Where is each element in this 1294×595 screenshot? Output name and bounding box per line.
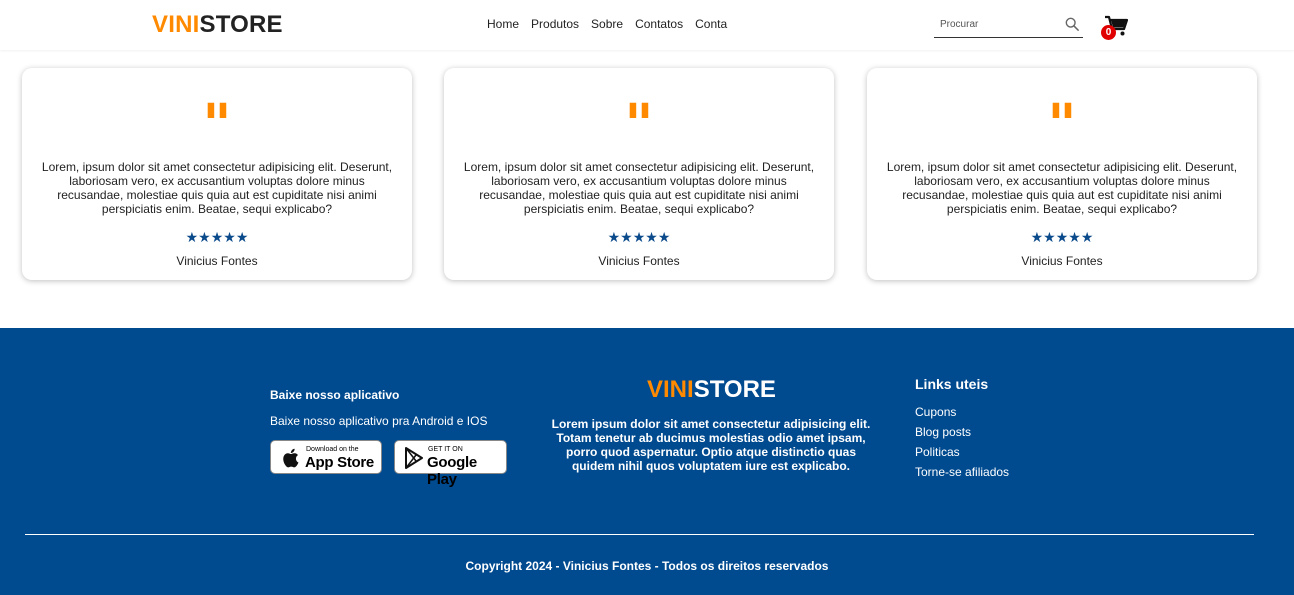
copyright-text: Copyright 2024 - Vinicius Fontes - Todos… bbox=[465, 559, 829, 573]
quote-icon: " bbox=[624, 98, 654, 134]
testimonial-card: " Lorem, ipsum dolor sit amet consectetu… bbox=[22, 68, 412, 280]
apple-icon bbox=[283, 448, 299, 468]
link-afiliados[interactable]: Torne-se afiliados bbox=[915, 462, 1009, 482]
testimonial-card: " Lorem, ipsum dolor sit amet consectetu… bbox=[444, 68, 834, 280]
search-input[interactable] bbox=[934, 13, 1054, 35]
footer-divider bbox=[25, 534, 1254, 535]
footer-description: Lorem ipsum dolor sit amet consectetur a… bbox=[551, 417, 871, 473]
testimonial-card: " Lorem, ipsum dolor sit amet consectetu… bbox=[867, 68, 1257, 280]
footer-logo-vini: VINI bbox=[647, 376, 694, 403]
footer-logo[interactable]: VINISTORE bbox=[647, 376, 776, 404]
search-icon[interactable] bbox=[1065, 17, 1079, 31]
logo-store: STORE bbox=[199, 11, 283, 38]
quote-icon: " bbox=[202, 98, 232, 134]
link-blog-posts[interactable]: Blog posts bbox=[915, 422, 1009, 442]
rating-stars: ★★★★★ bbox=[185, 229, 249, 245]
logo-vini: VINI bbox=[152, 11, 200, 38]
app-store-button[interactable]: Download on the App Store bbox=[270, 440, 382, 474]
logo[interactable]: VINISTORE bbox=[152, 11, 283, 39]
google-play-small-text: GET IT ON bbox=[428, 446, 463, 453]
rating-stars: ★★★★★ bbox=[1030, 229, 1094, 245]
main-nav: Home Produtos Sobre Contatos Conta bbox=[487, 17, 727, 31]
nav-sobre[interactable]: Sobre bbox=[591, 17, 623, 31]
site-header: VINISTORE Home Produtos Sobre Contatos C… bbox=[0, 0, 1294, 50]
testimonial-author: Vinicius Fontes bbox=[176, 254, 258, 268]
links-title: Links uteis bbox=[915, 376, 989, 392]
app-section-description: Baixe nosso aplicativo pra Android e IOS bbox=[270, 414, 488, 428]
testimonial-author: Vinicius Fontes bbox=[598, 254, 680, 268]
link-politicas[interactable]: Politicas bbox=[915, 442, 1009, 462]
cart-button[interactable]: 0 bbox=[1101, 15, 1130, 40]
footer-logo-store: STORE bbox=[693, 376, 776, 403]
nav-contatos[interactable]: Contatos bbox=[635, 17, 683, 31]
useful-links-list: Cupons Blog posts Politicas Torne-se afi… bbox=[915, 402, 1009, 482]
google-play-button[interactable]: GET IT ON Google Play bbox=[394, 440, 507, 488]
nav-produtos[interactable]: Produtos bbox=[531, 17, 579, 31]
app-store-label: App Store bbox=[305, 454, 374, 471]
app-store-small-text: Download on the bbox=[306, 446, 359, 453]
search-box bbox=[934, 13, 1083, 38]
link-cupons[interactable]: Cupons bbox=[915, 402, 1009, 422]
google-play-icon bbox=[405, 447, 423, 469]
testimonial-author: Vinicius Fontes bbox=[1021, 254, 1103, 268]
nav-conta[interactable]: Conta bbox=[695, 17, 727, 31]
cart-count-badge: 0 bbox=[1101, 25, 1116, 40]
testimonial-text: Lorem, ipsum dolor sit amet consectetur … bbox=[886, 160, 1238, 216]
site-footer: Baixe nosso aplicativo Baixe nosso aplic… bbox=[0, 328, 1294, 595]
google-play-label: Google Play bbox=[427, 454, 477, 488]
app-section-title: Baixe nosso aplicativo bbox=[270, 388, 400, 402]
quote-icon: " bbox=[1047, 98, 1077, 134]
rating-stars: ★★★★★ bbox=[607, 229, 671, 245]
testimonial-text: Lorem, ipsum dolor sit amet consectetur … bbox=[463, 160, 815, 216]
nav-home[interactable]: Home bbox=[487, 17, 519, 31]
testimonial-text: Lorem, ipsum dolor sit amet consectetur … bbox=[41, 160, 393, 216]
